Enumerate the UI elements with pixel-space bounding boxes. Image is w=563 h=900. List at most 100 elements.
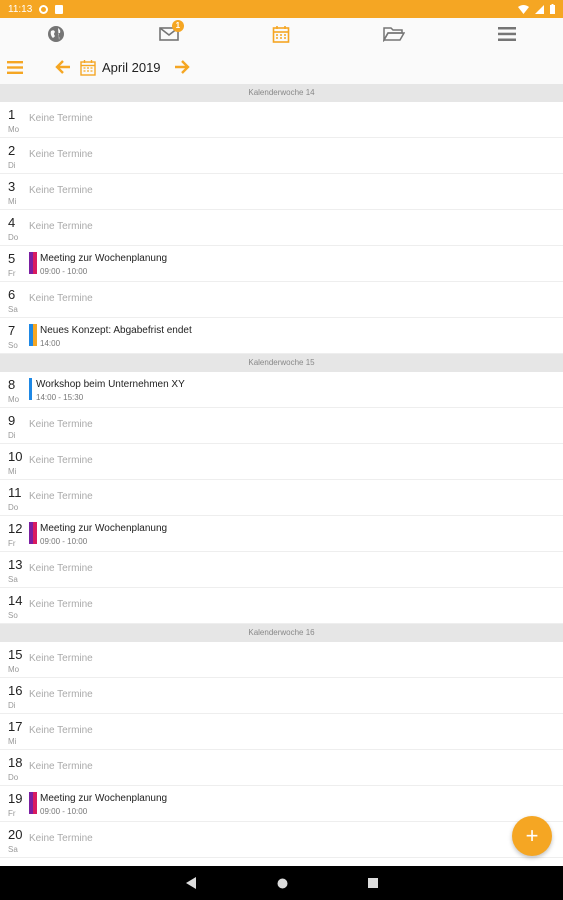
- no-events-label: Keine Termine: [29, 761, 93, 772]
- day-row[interactable]: 21SoKeine Termine: [0, 858, 563, 866]
- day-number: 11: [8, 485, 22, 500]
- no-events-label: Keine Termine: [29, 725, 93, 736]
- event-title[interactable]: Meeting zur Wochenplanung: [40, 253, 167, 264]
- event-title[interactable]: Workshop beim Unternehmen XY: [36, 379, 185, 390]
- top-navigation: 1: [0, 18, 563, 50]
- event-title[interactable]: Meeting zur Wochenplanung: [40, 523, 167, 534]
- settings-icon: [39, 4, 49, 14]
- next-month-button[interactable]: [169, 50, 195, 84]
- calendar-icon: [273, 26, 290, 43]
- event-title[interactable]: Neues Konzept: Abgabefrist endet: [40, 325, 192, 336]
- tab-more[interactable]: [450, 18, 563, 50]
- day-row[interactable]: 7 So Neues Konzept: Abgabefrist endet 14:00: [0, 318, 563, 354]
- day-of-week: Mo: [8, 125, 20, 134]
- day-of-week: Sa: [8, 575, 18, 584]
- tab-mail[interactable]: 1: [113, 18, 226, 50]
- no-events-label: Keine Termine: [29, 221, 93, 232]
- no-events-label: Keine Termine: [29, 833, 93, 844]
- event-title[interactable]: Meeting zur Wochenplanung: [40, 793, 167, 804]
- status-time: 11:13: [8, 3, 33, 15]
- wifi-icon: [518, 4, 529, 14]
- day-row[interactable]: 12 Fr Meeting zur Wochenplanung 09:00 - 10:…: [0, 516, 563, 552]
- tab-files[interactable]: [338, 18, 451, 50]
- day-of-week: Mo: [8, 665, 20, 674]
- day-row[interactable]: 19 Fr Meeting zur Wochenplanung 09:00 - 10:…: [0, 786, 563, 822]
- event-color-bar: [29, 252, 37, 274]
- day-number: 18: [8, 755, 23, 770]
- day-row[interactable]: 18 Do Keine Termine: [0, 750, 563, 786]
- day-number: 12: [8, 521, 23, 536]
- day-of-week: Mi: [8, 197, 17, 206]
- calendar-small-icon: [80, 59, 96, 76]
- no-events-label: Keine Termine: [29, 491, 93, 502]
- day-number: 2: [8, 143, 16, 158]
- drawer-menu-button[interactable]: [0, 50, 30, 84]
- event-time: 14:00 - 15:30: [36, 393, 84, 402]
- day-number: 13: [8, 557, 23, 572]
- tab-calendar[interactable]: [225, 18, 338, 50]
- day-of-week: Fr: [8, 269, 16, 278]
- day-row[interactable]: 16 Di Keine Termine: [0, 678, 563, 714]
- day-row[interactable]: 9 Di Keine Termine: [0, 408, 563, 444]
- no-events-label: Keine Termine: [29, 419, 93, 430]
- day-row[interactable]: 4 Do Keine Termine: [0, 210, 563, 246]
- day-of-week: So: [8, 341, 18, 350]
- day-number: 7: [8, 323, 16, 338]
- day-of-week: Do: [8, 773, 19, 782]
- day-row[interactable]: 2 Di Keine Termine: [0, 138, 563, 174]
- mail-badge: 1: [171, 20, 184, 32]
- no-events-label: Keine Termine: [29, 185, 93, 196]
- calendar-list[interactable]: Kalenderwoche 14 1 Mo Keine Termine 2 Di Keine…: [0, 84, 563, 866]
- day-row[interactable]: 6 Sa Keine Termine: [0, 282, 563, 318]
- recents-icon[interactable]: [367, 878, 378, 888]
- day-number: 19: [8, 791, 23, 806]
- day-of-week: Di: [8, 701, 16, 710]
- day-number: 9: [8, 413, 16, 428]
- day-row[interactable]: 17 Mi Keine Termine: [0, 714, 563, 750]
- hamburger-icon: [7, 60, 23, 74]
- day-of-week: Mi: [8, 737, 17, 746]
- day-row[interactable]: 3 Mi Keine Termine: [0, 174, 563, 210]
- folder-icon: [383, 27, 406, 42]
- event-color-bar: [29, 792, 37, 814]
- day-of-week: Do: [8, 233, 19, 242]
- system-navigation-bar: [0, 866, 563, 900]
- day-row[interactable]: 8 Mo Workshop beim Unternehmen XY 14:00 - 1…: [0, 372, 563, 408]
- globe-icon: [48, 26, 65, 42]
- battery-icon: [550, 4, 555, 14]
- day-of-week: Di: [8, 161, 16, 170]
- week-header: Kalenderwoche 15: [0, 354, 563, 372]
- day-row[interactable]: 15 Mo Keine Termine: [0, 642, 563, 678]
- day-row[interactable]: 20 Sa Keine Termine: [0, 822, 563, 858]
- event-time: 09:00 - 10:00: [40, 807, 88, 816]
- calendar-toolbar: April 2019: [0, 50, 563, 84]
- day-row[interactable]: 13 Sa Keine Termine: [0, 552, 563, 588]
- day-row[interactable]: 5 Fr Meeting zur Wochenplanung 09:00 - 10:0…: [0, 246, 563, 282]
- status-bar: 11:13: [0, 0, 563, 18]
- previous-month-button[interactable]: [50, 50, 76, 84]
- day-of-week: Do: [8, 503, 19, 512]
- no-events-label: Keine Termine: [29, 293, 93, 304]
- day-number: 10: [8, 449, 23, 464]
- tab-web[interactable]: [0, 18, 113, 50]
- day-number: 17: [8, 719, 23, 734]
- no-events-label: Keine Termine: [29, 689, 93, 700]
- day-row[interactable]: 11 Do Keine Termine: [0, 480, 563, 516]
- back-icon[interactable]: [185, 877, 197, 889]
- day-of-week: So: [8, 611, 18, 620]
- day-row[interactable]: 1 Mo Keine Termine: [0, 102, 563, 138]
- event-color-bar: [29, 522, 37, 544]
- day-number: 1: [8, 107, 16, 122]
- day-of-week: Mo: [8, 395, 20, 404]
- no-events-label: Keine Termine: [29, 653, 93, 664]
- week-header: Kalenderwoche 16: [0, 624, 563, 642]
- day-number: 3: [8, 179, 16, 194]
- home-icon[interactable]: [277, 878, 288, 889]
- add-event-button[interactable]: +: [512, 816, 552, 856]
- day-row[interactable]: 10 Mi Keine Termine: [0, 444, 563, 480]
- week-header: Kalenderwoche 14: [0, 84, 563, 102]
- day-of-week: Mi: [8, 467, 17, 476]
- day-row[interactable]: 14 So Keine Termine: [0, 588, 563, 624]
- day-number: 16: [8, 683, 23, 698]
- menu-icon: [497, 27, 516, 41]
